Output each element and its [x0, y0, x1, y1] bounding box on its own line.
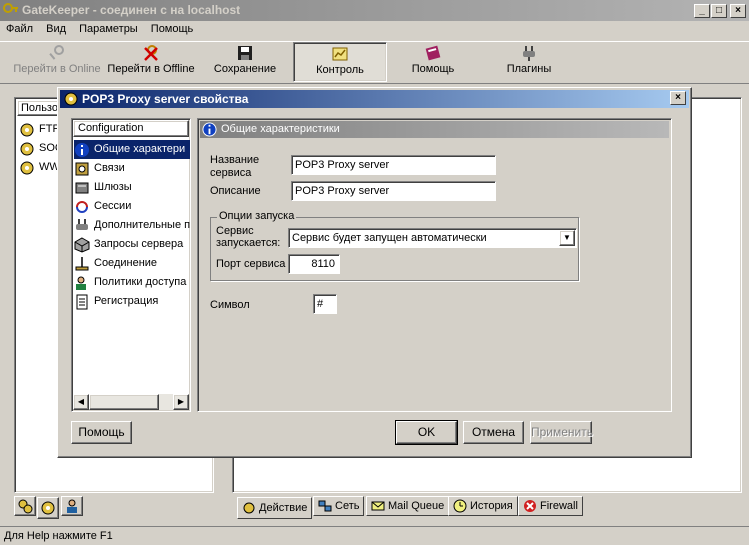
main-titlebar: GateKeeper - соединен с на localhost _ □… [0, 0, 749, 21]
tab-action[interactable]: Действие [237, 497, 313, 519]
minimize-button[interactable]: _ [694, 4, 710, 18]
tree-item-access-policy[interactable]: Политики доступа [74, 273, 190, 292]
tree-item-server-requests[interactable]: Запросы сервера [74, 235, 190, 254]
key-icon [49, 45, 64, 60]
symbol-field[interactable]: # [313, 294, 337, 314]
tree-item-registration[interactable]: Регистрация [74, 292, 190, 311]
left-tab-1[interactable] [14, 496, 36, 516]
left-tab-3[interactable] [61, 496, 83, 516]
control-icon [332, 47, 348, 61]
apply-button[interactable]: Применить [530, 421, 593, 444]
description-label: Описание [210, 185, 261, 197]
gear-icon [41, 501, 55, 515]
close-button[interactable]: × [730, 4, 746, 18]
tree-h-scrollbar[interactable]: ◀ ▶ [73, 394, 189, 410]
panel-title: Общие характеристики [221, 123, 340, 135]
save-button[interactable]: Сохранение [205, 45, 285, 75]
gears-icon [243, 502, 255, 514]
gear-icon [20, 142, 34, 155]
menu-file[interactable]: Файл [6, 23, 33, 35]
gear-icon [20, 161, 34, 174]
properties-dialog: POP3 Proxy server свойства × Configurati… [57, 87, 692, 458]
connection-icon [75, 256, 89, 270]
startup-select[interactable]: Сервис будет запущен автоматически ▼ [288, 228, 577, 248]
plugins-button[interactable]: Плагины [486, 45, 572, 75]
user-icon [67, 499, 77, 513]
gears-icon [18, 499, 33, 514]
control-button[interactable]: Контроль [293, 42, 387, 82]
symbol-label: Символ [210, 299, 250, 311]
port-label: Порт сервиса [216, 258, 286, 270]
app-icon [3, 3, 19, 17]
tree-item-additional[interactable]: Дополнительные п [74, 216, 190, 235]
menu-help[interactable]: Помощь [151, 23, 194, 35]
user-policy-icon [76, 276, 86, 290]
dialog-help-button[interactable]: Помощь [71, 421, 132, 444]
gear-icon [64, 92, 78, 106]
menu-params[interactable]: Параметры [79, 23, 138, 35]
links-icon [75, 162, 89, 175]
cancel-button[interactable]: Отмена [463, 421, 524, 444]
service-name-label: Название сервиса [210, 154, 260, 179]
scroll-left-arrow[interactable]: ◀ [73, 394, 89, 410]
status-bar: Для Help нажмите F1 [0, 526, 749, 545]
chevron-down-icon[interactable]: ▼ [559, 230, 575, 246]
go-offline-button[interactable]: Перейти в Offline [104, 45, 198, 75]
gateway-icon [75, 182, 89, 193]
gear-icon [20, 123, 34, 136]
tree-item-sessions[interactable]: Сессии [74, 197, 190, 216]
startup-options-group: Опции запуска Сервис запускается: Сервис… [210, 210, 579, 281]
help-book-icon [425, 45, 441, 61]
config-tree-list: Общие характери Связи Шлюзы Сессии Допол… [74, 140, 190, 311]
maximize-button[interactable]: □ [711, 4, 727, 18]
clock-icon [453, 499, 467, 513]
config-tree: Configuration Общие характери Связи Шлюз… [71, 118, 191, 412]
menu-view[interactable]: Вид [46, 23, 66, 35]
menu-bar: Файл Вид Параметры Помощь [6, 23, 203, 39]
panel-header: Общие характеристики [200, 121, 669, 138]
tree-item-links[interactable]: Связи [74, 159, 190, 178]
plugin-icon [523, 46, 535, 61]
tab-firewall[interactable]: Firewall [518, 496, 583, 516]
toolbar: Перейти в Online Перейти в Offline Сохра… [0, 41, 749, 84]
network-icon [318, 500, 332, 512]
firewall-stop-icon [524, 500, 536, 512]
tab-mail-queue[interactable]: Mail Queue [366, 496, 450, 516]
dialog-title: POP3 Proxy server свойства [82, 92, 249, 106]
left-tab-2[interactable] [37, 497, 59, 519]
status-text: Для Help нажмите F1 [4, 530, 113, 542]
envelope-icon [371, 501, 385, 511]
tree-item-general[interactable]: Общие характери [74, 140, 190, 159]
startup-options-title: Опции запуска [217, 210, 297, 222]
cube-icon [74, 236, 90, 253]
tree-item-gateways[interactable]: Шлюзы [74, 178, 190, 197]
dialog-titlebar: POP3 Proxy server свойства × [60, 90, 689, 108]
main-window-title: GateKeeper - соединен с на localhost [22, 3, 241, 17]
info-icon [75, 142, 89, 157]
property-panel: Общие характеристики Название сервиса PO… [197, 118, 672, 412]
sessions-icon [76, 200, 88, 213]
startup-select-value: Сервис будет запущен автоматически [292, 232, 487, 244]
service-name-field[interactable]: POP3 Proxy server [291, 155, 496, 175]
plugin-icon [76, 218, 88, 230]
port-field[interactable]: 8110 [288, 254, 340, 274]
document-icon [76, 294, 88, 309]
config-tree-header[interactable]: Configuration [73, 120, 189, 137]
key-x-icon [144, 45, 158, 61]
go-online-button[interactable]: Перейти в Online [12, 45, 102, 75]
info-icon [202, 122, 217, 137]
ok-button[interactable]: OK [395, 420, 458, 445]
tree-item-connection[interactable]: Соединение [74, 254, 190, 273]
help-button[interactable]: Помощь [390, 45, 476, 75]
dialog-close-button[interactable]: × [670, 91, 686, 105]
scroll-right-arrow[interactable]: ▶ [173, 394, 189, 410]
tab-history[interactable]: История [448, 496, 518, 516]
scroll-thumb[interactable] [89, 394, 159, 410]
floppy-icon [238, 46, 252, 60]
tab-network[interactable]: Сеть [313, 496, 365, 516]
startup-label: Сервис запускается: [216, 225, 281, 249]
description-field[interactable]: POP3 Proxy server [291, 181, 496, 201]
